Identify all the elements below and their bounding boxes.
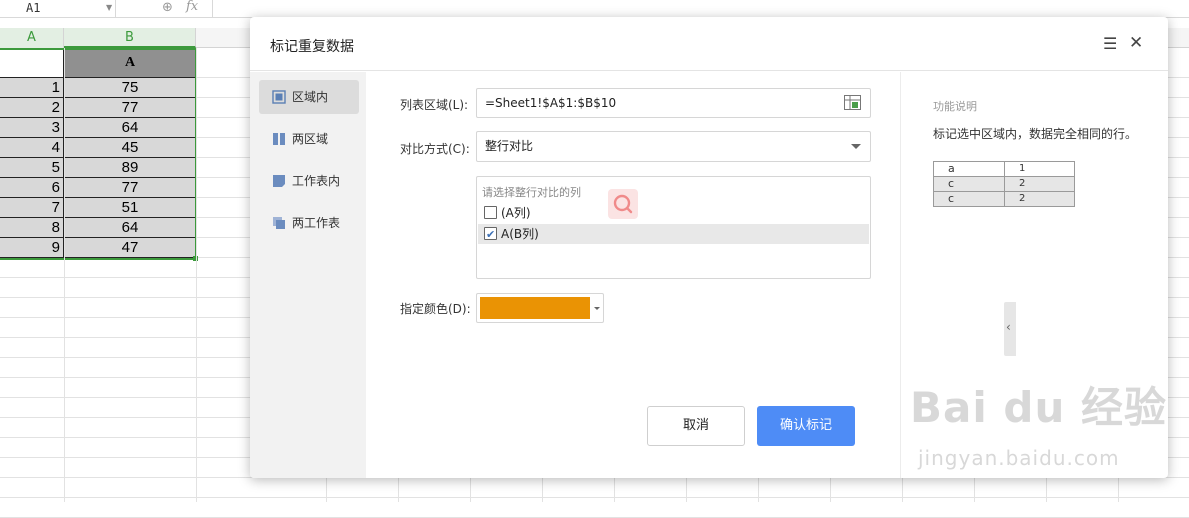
- cell[interactable]: 7: [0, 198, 64, 218]
- table-cell: 2: [1004, 191, 1075, 207]
- comparison-mode-select[interactable]: 整行对比: [476, 131, 871, 162]
- grid-row: [0, 498, 1189, 518]
- two-ranges-icon: [273, 133, 285, 145]
- cell[interactable]: 8: [0, 218, 64, 238]
- mark-duplicates-dialog: 标记重复数据 ☰ ✕ 区域内 两区域 工作表内 两工作表 列表区域(L): =S…: [250, 17, 1168, 478]
- table-row: a 1: [933, 161, 1075, 177]
- table-cell: c: [933, 191, 1005, 207]
- sidebar-item-label: 两工作表: [292, 216, 341, 230]
- table-row[interactable]: 5 89: [0, 158, 196, 178]
- grid-column-line: [64, 48, 65, 502]
- range-picker-icon[interactable]: [844, 95, 861, 110]
- cell[interactable]: 77: [64, 178, 196, 198]
- dialog-title: 标记重复数据: [270, 39, 354, 55]
- chevron-down-icon[interactable]: [594, 307, 600, 310]
- dialog-header: 标记重复数据 ☰ ✕: [250, 17, 1168, 71]
- cancel-button[interactable]: 取消: [647, 406, 745, 446]
- range-icon: [272, 90, 286, 104]
- table-row[interactable]: 1 75: [0, 78, 196, 98]
- table-row[interactable]: 3 64: [0, 118, 196, 138]
- table-row[interactable]: 9 47: [0, 238, 196, 258]
- cell[interactable]: 75: [64, 78, 196, 98]
- cell[interactable]: 3: [0, 118, 64, 138]
- color-picker[interactable]: [476, 293, 604, 323]
- table-cell: 1: [1004, 161, 1075, 177]
- cell[interactable]: A: [64, 48, 196, 78]
- close-icon[interactable]: ✕: [1129, 33, 1143, 53]
- cell[interactable]: 9: [0, 238, 64, 258]
- table-row: c 2: [933, 176, 1075, 192]
- table-row: c 2: [933, 191, 1075, 207]
- table-row[interactable]: 8 64: [0, 218, 196, 238]
- cell[interactable]: 51: [64, 198, 196, 218]
- table-row[interactable]: 6 77: [0, 178, 196, 198]
- column-option[interactable]: ✔ A(B列): [478, 224, 869, 244]
- cell[interactable]: 77: [64, 98, 196, 118]
- cell[interactable]: 5: [0, 158, 64, 178]
- color-swatch[interactable]: [480, 297, 590, 319]
- two-sheets-icon: [273, 217, 285, 229]
- chevron-down-icon[interactable]: [851, 144, 861, 149]
- color-label: 指定颜色(D):: [400, 302, 471, 316]
- name-box[interactable]: A1: [0, 0, 116, 18]
- sidebar-item-label: 工作表内: [292, 174, 341, 188]
- function-icon[interactable]: fx: [186, 0, 198, 14]
- cell[interactable]: 45: [64, 138, 196, 158]
- menu-icon[interactable]: ☰: [1103, 34, 1117, 53]
- sidebar-item-within-sheet[interactable]: 工作表内: [259, 164, 359, 198]
- table-row[interactable]: 2 77: [0, 98, 196, 118]
- column-option-label: A(B列): [501, 227, 539, 241]
- cell[interactable]: 4: [0, 138, 64, 158]
- cell[interactable]: 89: [64, 158, 196, 178]
- column-list-title: 请选择整行对比的列: [482, 186, 581, 199]
- checkbox[interactable]: [484, 206, 497, 219]
- sidebar-item-two-sheets[interactable]: 两工作表: [259, 206, 359, 240]
- range-input[interactable]: =Sheet1!$A$1:$B$10: [476, 88, 871, 118]
- column-option[interactable]: (A列): [478, 203, 869, 223]
- help-text: 标记选中区域内，数据完全相同的行。: [933, 127, 1138, 141]
- table-row[interactable]: 7 51: [0, 198, 196, 218]
- table-cell: a: [933, 161, 1005, 177]
- formula-bar: A1 ▼ ⊕ fx: [0, 0, 1189, 18]
- grid-column-line: [196, 48, 197, 502]
- column-header-b[interactable]: B: [64, 28, 196, 48]
- dialog-main: 列表区域(L): =Sheet1!$A$1:$B$10 对比方式(C): 整行对…: [366, 72, 1016, 478]
- sheet-icon: [273, 175, 285, 187]
- cell[interactable]: 2: [0, 98, 64, 118]
- cell[interactable]: 47: [64, 238, 196, 258]
- column-option-label: (A列): [501, 206, 531, 220]
- help-example-table: a 1 c 2 c 2: [933, 161, 1075, 207]
- formula-input[interactable]: [212, 0, 1189, 18]
- help-panel: 功能说明 标记选中区域内，数据完全相同的行。 a 1 c 2 c 2: [900, 72, 1168, 478]
- mode-label: 对比方式(C):: [400, 142, 470, 156]
- cell[interactable]: 6: [0, 178, 64, 198]
- checkbox[interactable]: ✔: [484, 227, 497, 241]
- check-icon: ✔: [486, 228, 496, 241]
- table-row[interactable]: A: [0, 48, 196, 78]
- column-list: 请选择整行对比的列 (A列) ✔ A(B列): [476, 176, 871, 279]
- sidebar-item-label: 两区域: [292, 132, 329, 146]
- cell[interactable]: 1: [0, 78, 64, 98]
- column-header-a[interactable]: A: [0, 28, 64, 48]
- help-title: 功能说明: [933, 100, 977, 113]
- dialog-sidebar: 区域内 两区域 工作表内 两工作表: [250, 72, 366, 478]
- table-cell: 2: [1004, 176, 1075, 192]
- table-row[interactable]: 4 45: [0, 138, 196, 158]
- sidebar-item-within-range[interactable]: 区域内: [259, 80, 359, 114]
- table-cell: c: [933, 176, 1005, 192]
- grid-row: [0, 478, 1189, 498]
- zoom-icon[interactable]: ⊕: [162, 0, 173, 15]
- search-icon: [608, 189, 638, 219]
- sidebar-item-two-ranges[interactable]: 两区域: [259, 122, 359, 156]
- cell[interactable]: [0, 48, 64, 78]
- chevron-down-icon[interactable]: ▼: [106, 3, 112, 12]
- cell[interactable]: 64: [64, 218, 196, 238]
- range-label: 列表区域(L):: [400, 98, 469, 112]
- sidebar-item-label: 区域内: [292, 90, 329, 104]
- cell[interactable]: 64: [64, 118, 196, 138]
- confirm-mark-button[interactable]: 确认标记: [757, 406, 855, 446]
